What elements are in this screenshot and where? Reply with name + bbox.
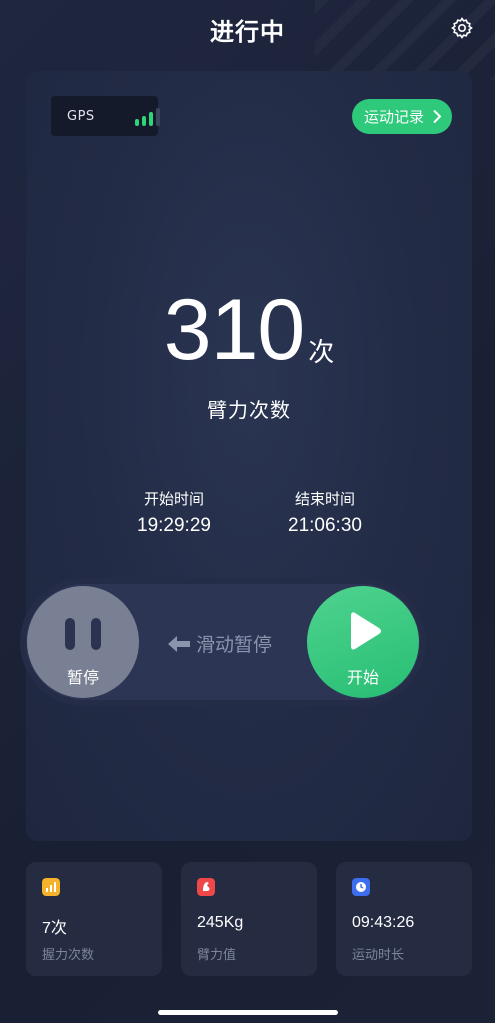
clock-icon — [352, 878, 370, 896]
start-time-label: 开始时间 — [143, 490, 204, 508]
slide-hint-text: 滑动暂停 — [196, 634, 273, 656]
start-button[interactable]: 开始 — [307, 586, 419, 698]
settings-button[interactable] — [449, 15, 475, 41]
play-icon — [351, 612, 381, 650]
stat-label: 臂力值 — [197, 948, 237, 963]
pause-button[interactable]: 暂停 — [27, 586, 139, 698]
stat-value: 245Kg — [197, 914, 244, 931]
slide-hint: 滑动暂停 — [168, 630, 272, 657]
arrow-left-icon — [168, 635, 190, 652]
count-value: 310 — [163, 282, 305, 378]
stat-label: 握力次数 — [42, 948, 95, 963]
count-unit: 次 — [308, 338, 335, 368]
signal-icon — [135, 108, 167, 126]
workout-card: GPS 运动记录 310 次 臂力次数 开始时间 19:29:29 结束时间 2… — [26, 71, 472, 841]
start-label: 开始 — [346, 668, 379, 687]
end-time: 结束时间 21:06:30 — [245, 488, 405, 537]
stat-value: 7次 — [42, 920, 67, 937]
gps-label: GPS — [67, 108, 95, 124]
workout-screen: 进行中 GPS 运动记录 310 次 臂力次数 开始时间 19:29:29 结束… — [0, 0, 495, 1023]
end-time-value: 21:06:30 — [288, 515, 362, 536]
count-label: 臂力次数 — [207, 398, 291, 422]
page-title: 进行中 — [210, 17, 285, 46]
records-button[interactable]: 运动记录 — [352, 99, 452, 134]
start-time-value: 19:29:29 — [137, 515, 211, 536]
records-label: 运动记录 — [364, 108, 425, 126]
pause-label: 暂停 — [66, 668, 99, 687]
header: 进行中 — [0, 0, 495, 58]
gps-status: GPS — [51, 96, 160, 136]
stat-arm-strength: 245Kg 臂力值 — [181, 862, 317, 976]
end-time-label: 结束时间 — [294, 490, 355, 508]
home-indicator[interactable] — [158, 1010, 338, 1015]
chevron-right-icon — [433, 109, 442, 124]
stat-value: 09:43:26 — [352, 914, 415, 931]
stat-duration: 09:43:26 运动时长 — [336, 862, 472, 976]
bar-chart-icon — [42, 878, 60, 896]
pause-icon — [65, 618, 75, 650]
pause-icon-bar — [91, 618, 101, 650]
stat-label: 运动时长 — [352, 948, 405, 963]
arm-icon — [197, 878, 215, 896]
count-display: 310 次 — [26, 283, 472, 373]
gear-icon — [451, 17, 473, 39]
stat-grip-count: 7次 握力次数 — [26, 862, 162, 976]
start-time: 开始时间 19:29:29 — [94, 488, 254, 537]
